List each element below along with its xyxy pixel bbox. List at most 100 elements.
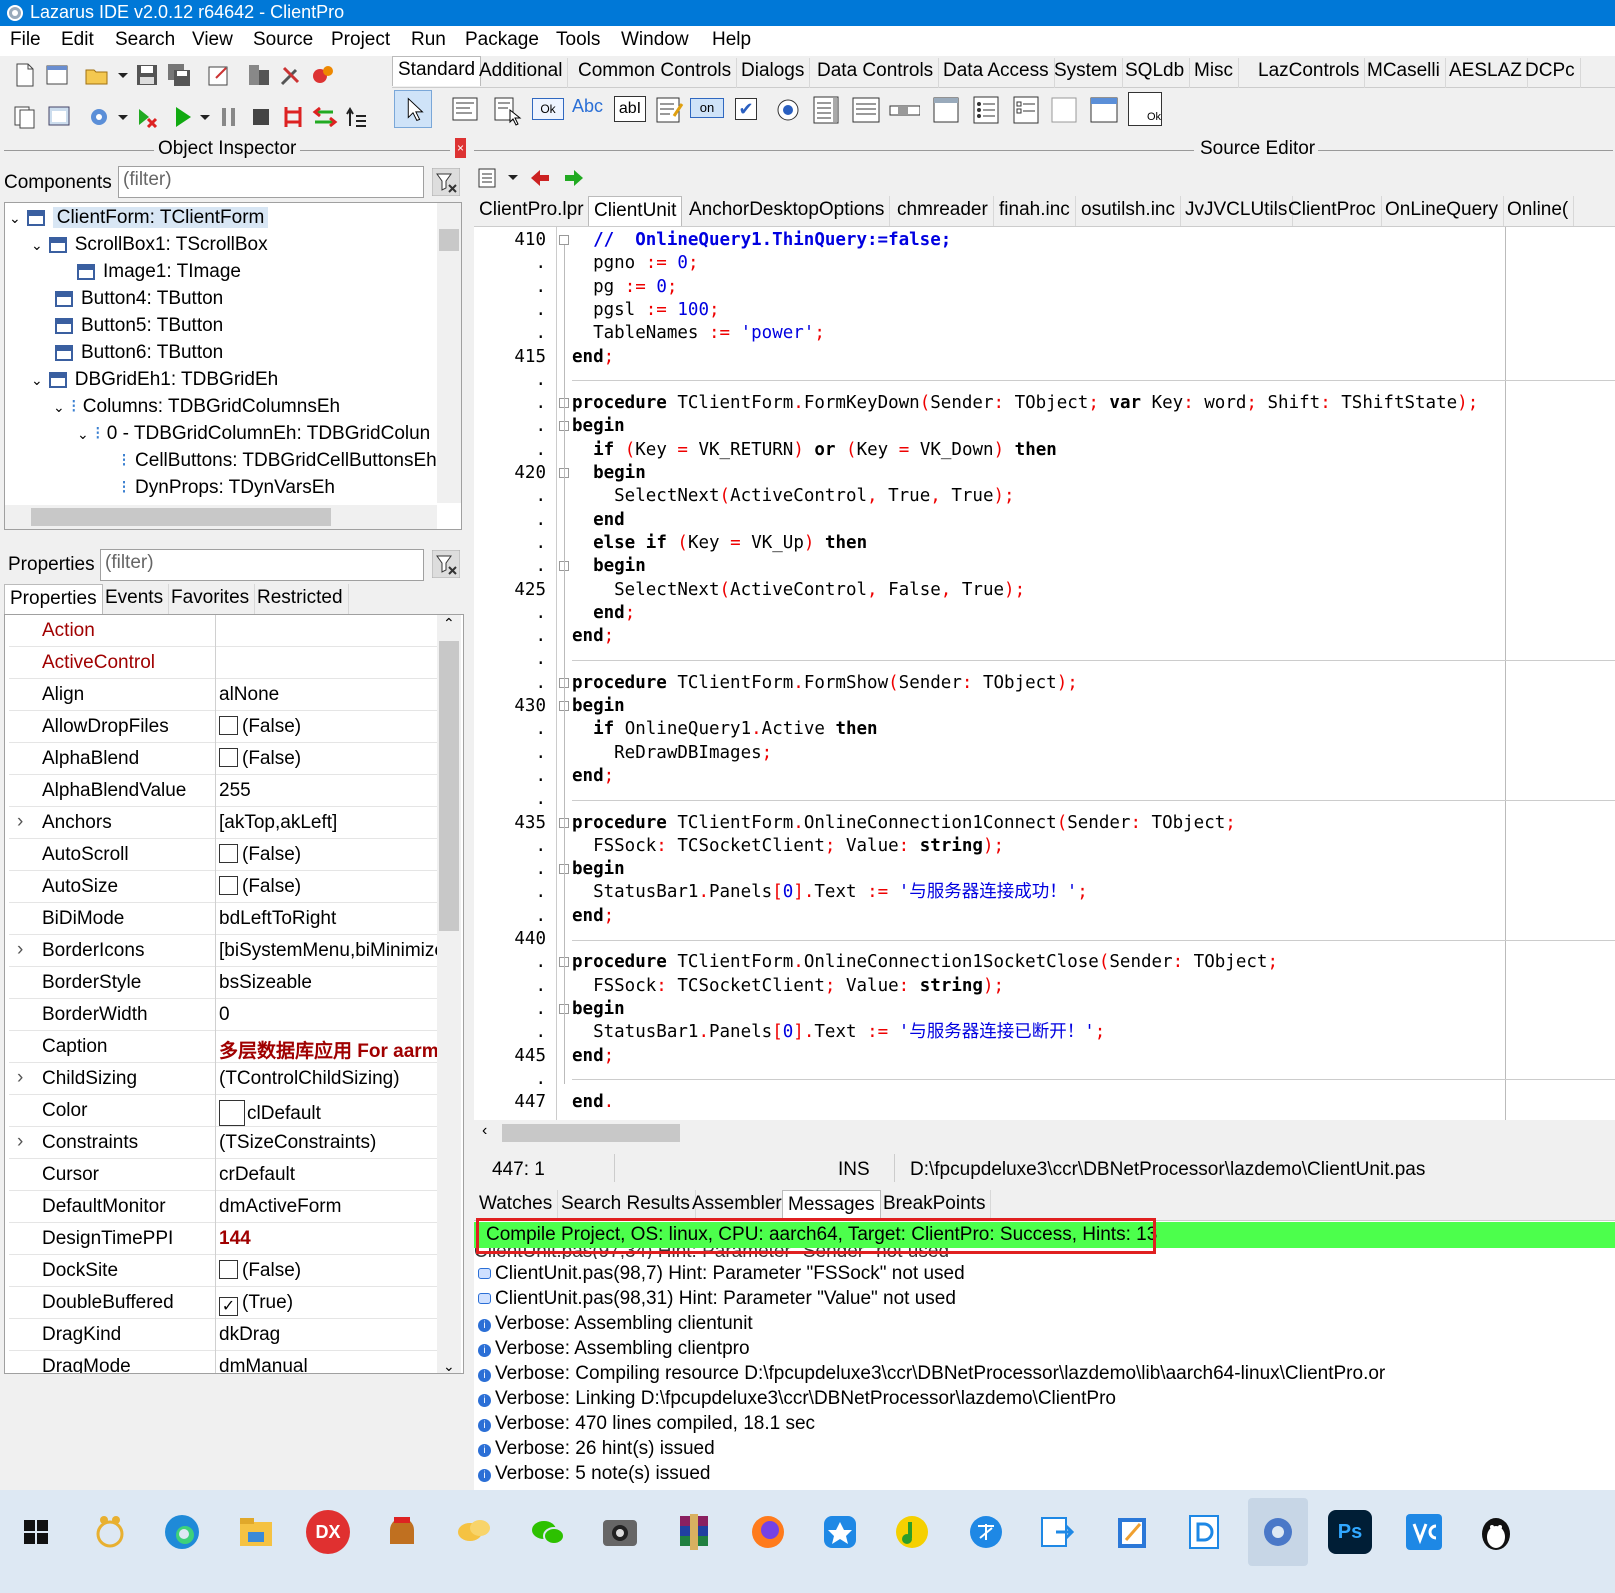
tgroupbox-icon[interactable] [930,94,962,126]
edge-icon[interactable] [160,1510,204,1554]
code-line[interactable]: if (Key = VK_RETURN) or (Key = VK_Down) … [572,439,1057,462]
message-row[interactable]: i Verbose: 26 hint(s) issued [478,1436,715,1461]
prop-row-autosize[interactable]: AutoSize (False) [9,871,441,903]
message-row[interactable]: i Verbose: Linking D:\fpcupdeluxe3\ccr\DB… [478,1386,1116,1411]
palette-tab-dialogs[interactable]: Dialogs [736,58,811,88]
compile-icon[interactable] [134,104,160,130]
menu-window[interactable]: Window [621,29,689,51]
tcombobox-icon[interactable] [850,94,882,126]
code-line[interactable]: procedure TClientForm.OnlineConnection1C… [572,812,1236,835]
jump-forward-icon[interactable] [562,166,586,190]
code-line[interactable]: end; [572,602,635,625]
prop-row-allowdropfiles[interactable]: AllowDropFiles (False) [9,711,441,743]
palette-tab-sqldb[interactable]: SQLdb [1120,58,1191,88]
prop-row-borderwidth[interactable]: BorderWidth 0 [9,999,441,1031]
tab-events[interactable]: Events [100,584,170,614]
checkbox[interactable] [219,1260,238,1279]
tlistbox-icon[interactable] [810,94,842,126]
tlabel-icon[interactable]: Abc [572,96,608,128]
code-line[interactable]: SelectNext(ActiveControl, True, True); [572,485,1014,508]
selection-pointer-icon[interactable] [394,90,432,128]
tree-hscrollbar[interactable] [5,505,437,529]
camera-icon[interactable] [598,1510,642,1554]
prop-row-color[interactable]: Color clDefault [9,1095,441,1127]
code-line[interactable]: else if (Key = VK_Up) then [572,532,867,555]
prop-row-docksite[interactable]: DockSite (False) [9,1255,441,1287]
prop-row-designtimeppi[interactable]: DesignTimePPI 144 [9,1223,441,1255]
open-dropdown-icon[interactable] [110,62,136,88]
prop-row-autoscroll[interactable]: AutoScroll (False) [9,839,441,871]
code-line[interactable]: procedure TClientForm.OnlineConnection1S… [572,951,1278,974]
tpanel-icon[interactable] [1048,94,1080,126]
code-line[interactable]: // OnlineQuery1.ThinQuery:=false; [572,229,951,252]
menu-edit[interactable]: Edit [61,29,94,51]
clear-filter-icon[interactable] [432,550,460,578]
code-line[interactable]: pgno := 0; [572,252,698,275]
code-line[interactable]: end; [572,1045,614,1068]
prop-row-dragmode[interactable]: DragMode dmManual [9,1351,441,1373]
tab-clientpro-lpr[interactable]: ClientPro.lpr [474,196,590,226]
tab-restricted[interactable]: Restricted [252,584,349,614]
lazarus-gear-icon[interactable] [1256,1510,1300,1554]
new-form-icon[interactable] [44,62,70,88]
code-line[interactable]: ReDrawDBImages; [572,742,772,765]
tree-item[interactable]: ⌄ ScrollBox1: TScrollBox [31,231,268,258]
prop-row-activecontrol[interactable]: ActiveControl [9,647,441,679]
tree-item[interactable]: ⌄ ⁝ Columns: TDBGridColumnsEh [53,393,340,420]
checkbox[interactable] [219,716,238,735]
code-line[interactable]: begin [572,555,646,578]
lazarus-paw-icon[interactable] [88,1510,132,1554]
prop-row-defaultmonitor[interactable]: DefaultMonitor dmActiveForm [9,1191,441,1223]
message-row[interactable]: i Verbose: Assembling clientpro [478,1336,750,1361]
menu-view[interactable]: View [192,29,233,51]
code-line[interactable]: end; [572,905,614,928]
palette-tab-system[interactable]: System [1049,58,1124,88]
save-all-icon[interactable] [166,62,192,88]
tree-vscrollbar[interactable] [437,203,461,503]
tree-item[interactable]: ⁝ CellButtons: TDBGridCellButtonsEh [121,447,437,474]
tree-item[interactable]: ⌄ ⁝ 0 - TDBGridColumnEh: TDBGridColun [77,420,430,447]
firefox-icon[interactable] [746,1510,790,1554]
chat-bubbles-icon[interactable] [452,1510,496,1554]
winrar-icon[interactable] [672,1510,716,1554]
menu-source[interactable]: Source [253,29,313,51]
tradiobutton-icon[interactable] [772,94,804,126]
prop-row-action[interactable]: Action [9,615,441,647]
prop-row-cursor[interactable]: Cursor crDefault [9,1159,441,1191]
tactionlist-icon[interactable]: Ok [1128,92,1162,126]
message-row[interactable]: i Verbose: 470 lines compiled, 18.1 sec [478,1411,815,1436]
tab-anchordesktopoptions[interactable]: AnchorDesktopOptions [684,196,891,226]
color-swatch[interactable] [219,1100,245,1126]
checkbox-checked[interactable]: ✓ [219,1297,238,1316]
properties-filter-input[interactable]: (filter) [100,549,424,581]
menu-help[interactable]: Help [712,29,751,51]
code-line[interactable]: begin [572,998,625,1021]
message-row[interactable]: ClientUnit.pas(98,7) Hint: Parameter "FS… [478,1261,965,1286]
palette-tab-misc[interactable]: Misc [1189,58,1240,88]
palette-tab-data-access[interactable]: Data Access [938,58,1055,88]
tab-breakpoints[interactable]: BreakPoints [878,1190,992,1220]
dx-icon[interactable]: DX [306,1510,350,1554]
palette-tab-data-controls[interactable]: Data Controls [812,58,940,88]
build-mode-dropdown-icon[interactable] [110,104,136,130]
code-line[interactable]: end [572,509,625,532]
code-line[interactable]: end; [572,346,614,369]
palette-tab-aeslaz[interactable]: AESLAZ [1444,58,1528,88]
tab-assembler[interactable]: Assembler [687,1190,788,1220]
menu-file[interactable]: File [10,29,41,51]
checkbox[interactable] [219,876,238,895]
code-line[interactable]: end. [572,1091,614,1114]
code-line[interactable]: SelectNext(ActiveControl, False, True); [572,579,1025,602]
palette-tab-mcaselli[interactable]: MCaselli [1362,58,1446,88]
tree-item[interactable]: Button5: TButton [55,312,223,339]
code-line[interactable]: begin [572,858,625,881]
editor-jump-list-icon[interactable] [476,166,500,190]
code-line[interactable]: begin [572,415,625,438]
expand-chevron-icon[interactable]: › [17,1131,23,1153]
menu-package[interactable]: Package [465,29,539,51]
palette-tab-dcpc[interactable]: DCPc [1520,58,1581,88]
tab-chmreader[interactable]: chmreader [892,196,994,226]
tree-item[interactable]: ⁝ DynProps: TDynVarsEh [121,474,335,501]
prop-row-dragkind[interactable]: DragKind dkDrag [9,1319,441,1351]
message-row[interactable]: ClientUnit.pas(98,31) Hint: Parameter "V… [478,1286,956,1311]
